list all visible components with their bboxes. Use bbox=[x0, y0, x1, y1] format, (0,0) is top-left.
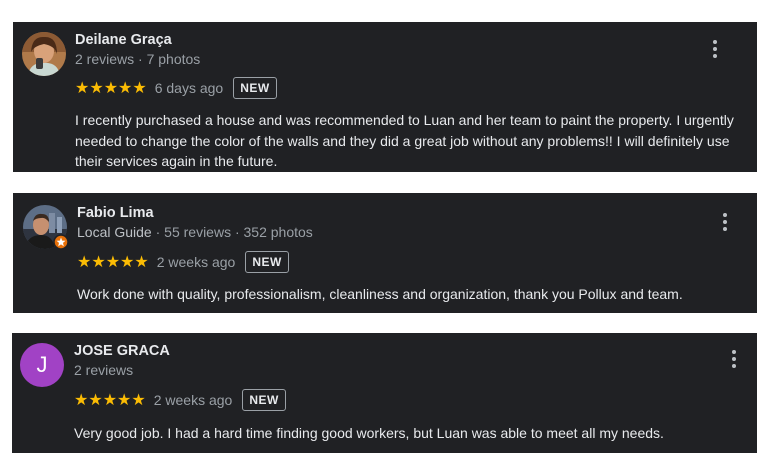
more-vert-icon-dot bbox=[732, 364, 736, 368]
review-text: I recently purchased a house and was rec… bbox=[75, 112, 734, 169]
more-vert-icon bbox=[732, 350, 736, 354]
reviewer-stats: 2 reviews · 7 photos bbox=[75, 51, 201, 67]
more-vert-icon bbox=[723, 213, 727, 217]
review-time: 2 weeks ago bbox=[156, 254, 236, 270]
review-time: 6 days ago bbox=[154, 80, 224, 96]
review-text: Very good job. I had a hard time finding… bbox=[74, 425, 664, 441]
more-vert-icon-dot bbox=[713, 47, 717, 51]
review-card: Fabio Lima Local Guide · 55 reviews · 35… bbox=[13, 193, 757, 313]
reviewer-avatar[interactable] bbox=[23, 205, 69, 250]
review-text: Work done with quality, professionalism,… bbox=[77, 286, 683, 302]
new-badge: NEW bbox=[233, 77, 277, 99]
more-options-button[interactable] bbox=[707, 37, 723, 61]
reviewer-stats: · 55 reviews · 352 photos bbox=[151, 224, 313, 240]
more-vert-icon-dot bbox=[732, 357, 736, 361]
star-rating: ★★★★★ bbox=[77, 252, 149, 271]
reviewer-name[interactable]: Fabio Lima bbox=[77, 205, 154, 221]
review-card: J JOSE GRACA 2 reviews ★★★★★ 2 weeks ago… bbox=[12, 333, 757, 453]
reviewer-avatar[interactable] bbox=[22, 32, 66, 76]
more-options-button[interactable] bbox=[717, 210, 733, 234]
reviewer-stats: 2 reviews bbox=[74, 362, 134, 378]
new-badge: NEW bbox=[245, 251, 289, 273]
reviewer-photo bbox=[22, 32, 66, 76]
more-options-button[interactable] bbox=[726, 347, 742, 371]
reviewer-name[interactable]: Deilane Graça bbox=[75, 32, 172, 48]
reviewer-photo bbox=[23, 205, 69, 250]
review-card: Deilane Graça 2 reviews · 7 photos ★★★★★… bbox=[13, 22, 757, 172]
review-time: 2 weeks ago bbox=[153, 392, 233, 408]
star-rating: ★★★★★ bbox=[74, 390, 146, 409]
reviewer-stats-line: Local Guide · 55 reviews · 352 photos bbox=[77, 224, 313, 240]
avatar-letter: J bbox=[36, 352, 48, 377]
more-vert-icon bbox=[713, 40, 717, 44]
star-rating: ★★★★★ bbox=[75, 78, 147, 97]
rating-row: ★★★★★ 2 weeks ago NEW bbox=[77, 250, 289, 274]
rating-row: ★★★★★ 6 days ago NEW bbox=[75, 76, 277, 100]
more-vert-icon-dot bbox=[713, 54, 717, 58]
rating-row: ★★★★★ 2 weeks ago NEW bbox=[74, 388, 286, 412]
new-badge: NEW bbox=[242, 389, 286, 411]
more-vert-icon-dot bbox=[723, 227, 727, 231]
reviewer-avatar[interactable]: J bbox=[20, 343, 64, 387]
more-vert-icon-dot bbox=[723, 220, 727, 224]
reviewer-name[interactable]: JOSE GRACA bbox=[74, 343, 170, 359]
local-guide-label: Local Guide bbox=[77, 224, 152, 240]
